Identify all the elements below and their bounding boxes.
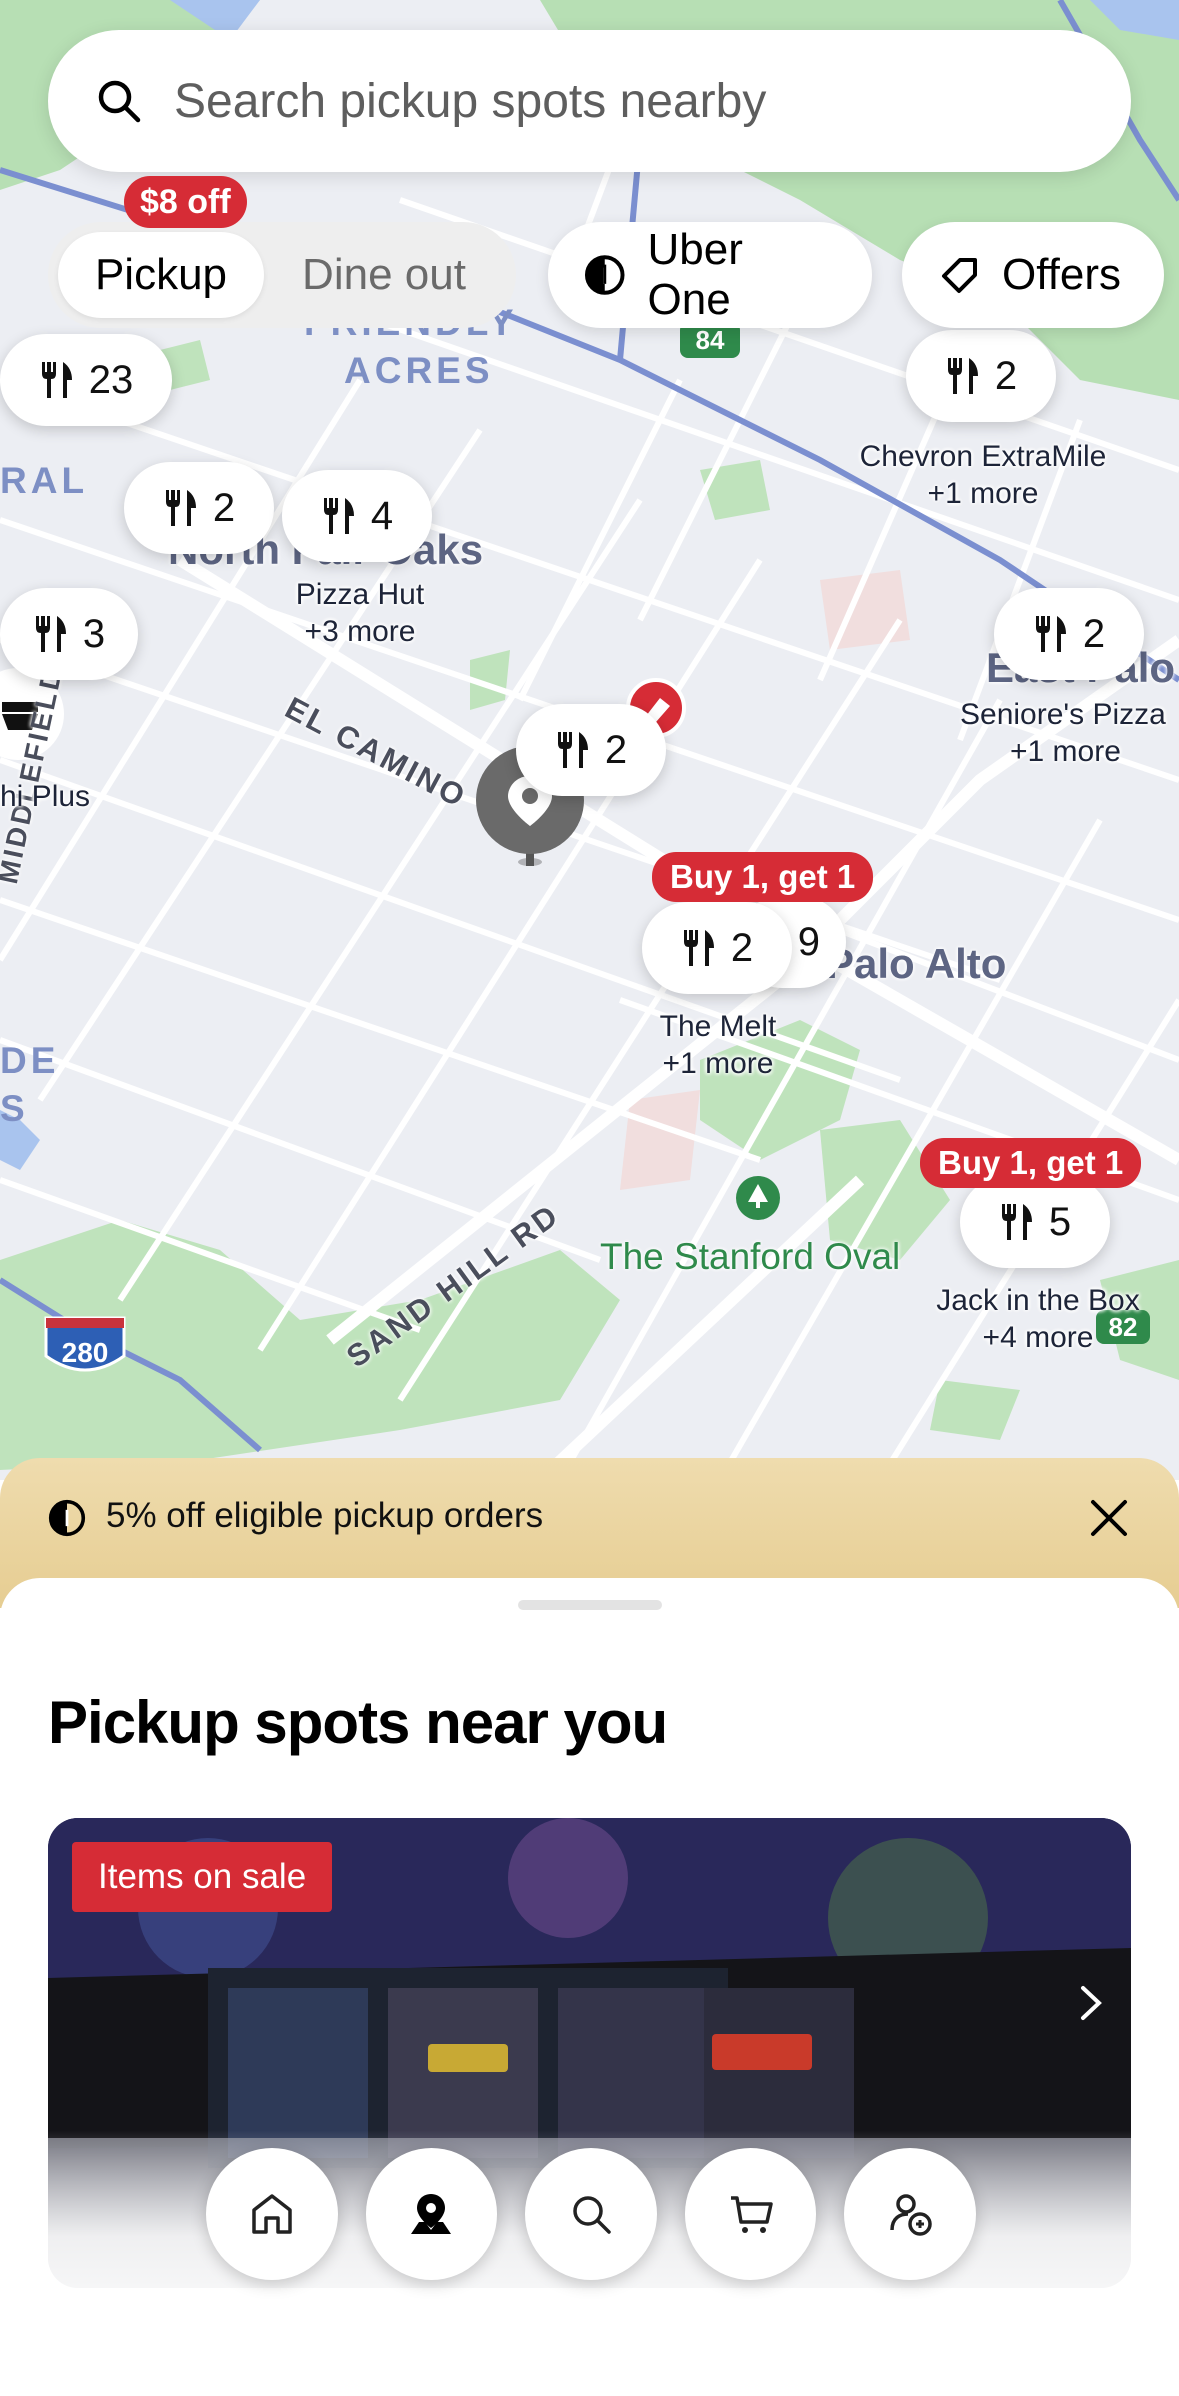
cluster-pin[interactable]: 2: [994, 588, 1144, 680]
search-icon: [573, 2196, 611, 2234]
area-label-s: S: [0, 1088, 29, 1129]
place-label-jack-in-the-box[interactable]: Jack in the Box +4 more: [918, 1282, 1158, 1356]
cluster-count: 2: [212, 485, 236, 530]
nav-map-button[interactable]: [365, 2148, 498, 2280]
utensils-icon: [323, 498, 354, 534]
park-label: The Stanford Oval: [600, 1236, 901, 1277]
uber-one-icon: [48, 1499, 86, 1537]
tab-dine-out[interactable]: Dine out: [264, 232, 504, 318]
area-label-acres: ACRES: [344, 350, 494, 391]
area-label-de: DE: [0, 1040, 60, 1081]
account-icon: [890, 2194, 932, 2236]
cluster-count: 23: [88, 357, 134, 402]
page-title: Pickup spots near you: [48, 1689, 668, 1756]
utensils-icon: [35, 616, 66, 652]
home-icon: [252, 2194, 292, 2234]
search-bar[interactable]: [48, 30, 1131, 172]
utensils-icon: [683, 930, 714, 966]
place-label-seniores[interactable]: Seniore's Pizza +1 more: [960, 696, 1179, 770]
place-more: +1 more: [662, 1047, 774, 1080]
cluster-pin[interactable]: 2: [906, 330, 1056, 422]
highway-280-shield: 280: [44, 1316, 126, 1372]
utensils-icon: [1035, 616, 1066, 652]
mode-toggle[interactable]: Pickup Dine out: [48, 222, 516, 328]
cluster-count: 2: [730, 925, 754, 970]
search-icon: [98, 80, 141, 123]
cluster-pin[interactable]: 3: [0, 588, 138, 680]
svg-text:280: 280: [62, 1337, 109, 1368]
uber-one-icon: [584, 255, 625, 295]
cluster-count: 3: [82, 611, 106, 656]
chip-label: Offers: [1002, 250, 1122, 299]
place-more: +3 more: [304, 615, 416, 648]
cluster-pin[interactable]: 2: [124, 462, 274, 554]
sheet-drag-handle[interactable]: [518, 1600, 662, 1610]
cluster-count: 2: [994, 353, 1018, 398]
promo-tag[interactable]: Buy 1, get 1: [652, 852, 874, 902]
city-label-palo-alto: Palo Alto: [826, 940, 1007, 987]
nav-search-button[interactable]: [525, 2148, 657, 2280]
tab-pickup[interactable]: Pickup: [58, 232, 264, 318]
close-icon[interactable]: [1087, 1496, 1131, 1540]
cluster-count: 4: [370, 493, 394, 538]
place-more: +1 more: [927, 477, 1039, 510]
place-label-the-melt[interactable]: The Melt +1 more: [628, 1008, 808, 1082]
banner-text: 5% off eligible pickup orders: [106, 1496, 544, 1535]
sale-tag: Items on sale: [72, 1842, 333, 1912]
cluster-count: 2: [1082, 611, 1106, 656]
place-label-pizza-hut[interactable]: Pizza Hut +3 more: [280, 576, 440, 650]
place-label-chevron[interactable]: Chevron ExtraMile +1 more: [844, 438, 1122, 512]
area-label-ral: RAL: [0, 460, 89, 501]
cluster-count: 5: [1048, 1199, 1072, 1244]
place-more: +1 more: [1010, 735, 1121, 768]
utensils-icon: [947, 358, 978, 394]
place-name: Chevron ExtraMile: [859, 440, 1107, 473]
utensils-icon: [557, 732, 588, 768]
nav-account-button[interactable]: [844, 2148, 976, 2280]
utensils-icon: [1001, 1204, 1032, 1240]
uber-one-chip[interactable]: Uber One: [548, 222, 872, 328]
cluster-pin[interactable]: 2: [642, 902, 792, 994]
cluster-pin[interactable]: 4: [282, 470, 432, 562]
utensils-icon: [165, 490, 196, 526]
cluster-count: 9: [797, 919, 820, 964]
place-label-partial[interactable]: hi Plus: [0, 778, 90, 815]
discount-badge: $8 off: [124, 176, 247, 228]
chevron-right-icon[interactable]: [1071, 1978, 1111, 2028]
bottom-nav: [206, 2148, 976, 2280]
place-name: The Melt: [659, 1010, 777, 1043]
cart-icon: [730, 2196, 773, 2233]
place-more: +4 more: [982, 1321, 1094, 1354]
place-name: Seniore's Pizza: [960, 698, 1166, 731]
nav-home-button[interactable]: [206, 2148, 338, 2280]
cluster-pin[interactable]: 23: [0, 334, 172, 426]
search-input[interactable]: [174, 73, 1074, 129]
tag-icon: [942, 258, 977, 293]
place-name: Pizza Hut: [295, 578, 425, 611]
chip-label: Uber One: [647, 225, 743, 324]
nav-cart-button[interactable]: [684, 2148, 817, 2280]
offers-chip[interactable]: Offers: [902, 222, 1164, 328]
utensils-icon: [41, 362, 72, 398]
cluster-count: 2: [604, 727, 628, 772]
cluster-pin[interactable]: 2: [516, 704, 666, 796]
svg-text:84: 84: [696, 325, 725, 355]
park-marker-icon: [736, 1176, 780, 1220]
promo-tag[interactable]: Buy 1, get 1: [920, 1138, 1142, 1188]
cluster-pin[interactable]: 5: [960, 1176, 1110, 1268]
place-name: Jack in the Box: [936, 1284, 1140, 1317]
map-pin-icon: [411, 2194, 452, 2234]
